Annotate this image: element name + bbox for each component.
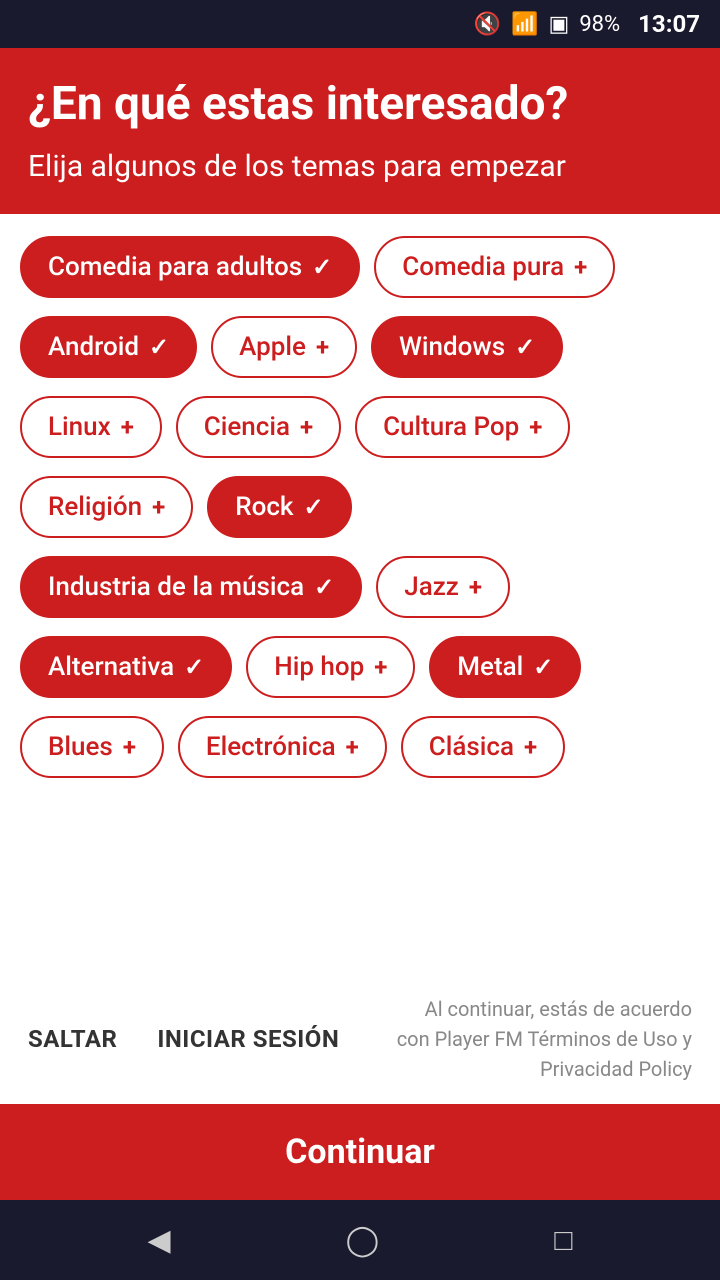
tag-hip-hop[interactable]: Hip hop + — [246, 636, 415, 698]
tag-label: Apple — [239, 332, 306, 362]
tag-comedia-adultos[interactable]: Comedia para adultos ✓ — [20, 236, 360, 298]
tag-metal[interactable]: Metal ✓ — [429, 636, 581, 698]
tag-label: Blues — [48, 732, 113, 762]
tag-rock[interactable]: Rock ✓ — [207, 476, 351, 538]
plus-icon: + — [346, 733, 359, 761]
tag-religion[interactable]: Religión + — [20, 476, 193, 538]
plus-icon: + — [300, 413, 313, 441]
check-icon: ✓ — [184, 653, 204, 681]
header: ¿En qué estas interesado? Elija algunos … — [0, 48, 720, 214]
plus-icon: + — [469, 573, 482, 601]
bottom-left-actions: SALTAR INICIAR SESIÓN — [28, 1025, 339, 1053]
tag-label: Metal — [457, 652, 523, 682]
tag-label: Comedia para adultos — [48, 252, 302, 282]
home-icon[interactable]: ◯ — [346, 1223, 380, 1258]
battery-percent: 98% — [579, 12, 620, 37]
tags-row-5: Industria de la música ✓ Jazz + — [20, 556, 700, 618]
bottom-actions: SALTAR INICIAR SESIÓN Al continuar, está… — [0, 974, 720, 1104]
tags-container: Comedia para adultos ✓ Comedia pura + An… — [0, 214, 720, 974]
tag-apple[interactable]: Apple + — [211, 316, 357, 378]
tag-label: Comedia pura — [402, 252, 564, 282]
tag-comedia-pura[interactable]: Comedia pura + — [374, 236, 615, 298]
back-icon[interactable]: ◀ — [148, 1223, 171, 1258]
check-icon: ✓ — [314, 573, 334, 601]
plus-icon: + — [316, 333, 329, 361]
continue-button[interactable]: Continuar — [0, 1104, 720, 1200]
recents-icon[interactable]: □ — [554, 1223, 572, 1258]
tags-row-2: Android ✓ Apple + Windows ✓ — [20, 316, 700, 378]
tag-label: Ciencia — [204, 412, 290, 442]
tag-label: Electrónica — [206, 732, 336, 762]
plus-icon: + — [374, 653, 387, 681]
plus-icon: + — [123, 733, 136, 761]
login-button[interactable]: INICIAR SESIÓN — [157, 1025, 339, 1053]
tag-ciencia[interactable]: Ciencia + — [176, 396, 341, 458]
tag-label: Hip hop — [274, 652, 364, 682]
status-icons: 🔇 📶 ▣ 98% 13:07 — [474, 10, 700, 38]
tag-label: Jazz — [404, 572, 459, 602]
plus-icon: + — [524, 733, 537, 761]
plus-icon: + — [529, 413, 542, 441]
tag-blues[interactable]: Blues + — [20, 716, 164, 778]
plus-icon: + — [574, 253, 587, 281]
tag-industria-musica[interactable]: Industria de la música ✓ — [20, 556, 362, 618]
check-icon: ✓ — [312, 253, 332, 281]
tag-label: Cultura Pop — [383, 412, 519, 442]
tags-row-3: Linux + Ciencia + Cultura Pop + — [20, 396, 700, 458]
tag-alternativa[interactable]: Alternativa ✓ — [20, 636, 232, 698]
tag-windows[interactable]: Windows ✓ — [371, 316, 563, 378]
plus-icon: + — [121, 413, 134, 441]
check-icon: ✓ — [303, 493, 323, 521]
terms-text: Al continuar, estás de acuerdo con Playe… — [392, 994, 692, 1084]
tag-cultura-pop[interactable]: Cultura Pop + — [355, 396, 570, 458]
plus-icon: + — [152, 493, 165, 521]
check-icon: ✓ — [149, 333, 169, 361]
tag-clasica[interactable]: Clásica + — [401, 716, 565, 778]
tag-label: Windows — [399, 332, 505, 362]
tags-row-1: Comedia para adultos ✓ Comedia pura + — [20, 236, 700, 298]
tag-label: Alternativa — [48, 652, 174, 682]
tag-android[interactable]: Android ✓ — [20, 316, 197, 378]
check-icon: ✓ — [515, 333, 535, 361]
time-display: 13:07 — [638, 10, 700, 38]
tag-label: Clásica — [429, 732, 514, 762]
tag-jazz[interactable]: Jazz + — [376, 556, 510, 618]
mute-icon: 🔇 — [474, 12, 501, 37]
skip-button[interactable]: SALTAR — [28, 1025, 117, 1053]
tags-row-7: Blues + Electrónica + Clásica + — [20, 716, 700, 778]
page-title: ¿En qué estas interesado? — [28, 78, 692, 131]
tag-label: Rock — [235, 492, 293, 522]
tag-label: Android — [48, 332, 139, 362]
tags-row-6: Alternativa ✓ Hip hop + Metal ✓ — [20, 636, 700, 698]
tag-label: Religión — [48, 492, 142, 522]
tag-linux[interactable]: Linux + — [20, 396, 162, 458]
battery-icon: ▣ — [549, 12, 570, 37]
check-icon: ✓ — [533, 653, 553, 681]
tag-label: Linux — [48, 412, 111, 442]
tags-row-4: Religión + Rock ✓ — [20, 476, 700, 538]
tag-label: Industria de la música — [48, 572, 304, 602]
status-bar: 🔇 📶 ▣ 98% 13:07 — [0, 0, 720, 48]
tag-electronica[interactable]: Electrónica + — [178, 716, 387, 778]
nav-bar: ◀ ◯ □ — [0, 1200, 720, 1280]
wifi-icon: 📶 — [511, 12, 538, 37]
page-subtitle: Elija algunos de los temas para empezar — [28, 147, 692, 186]
